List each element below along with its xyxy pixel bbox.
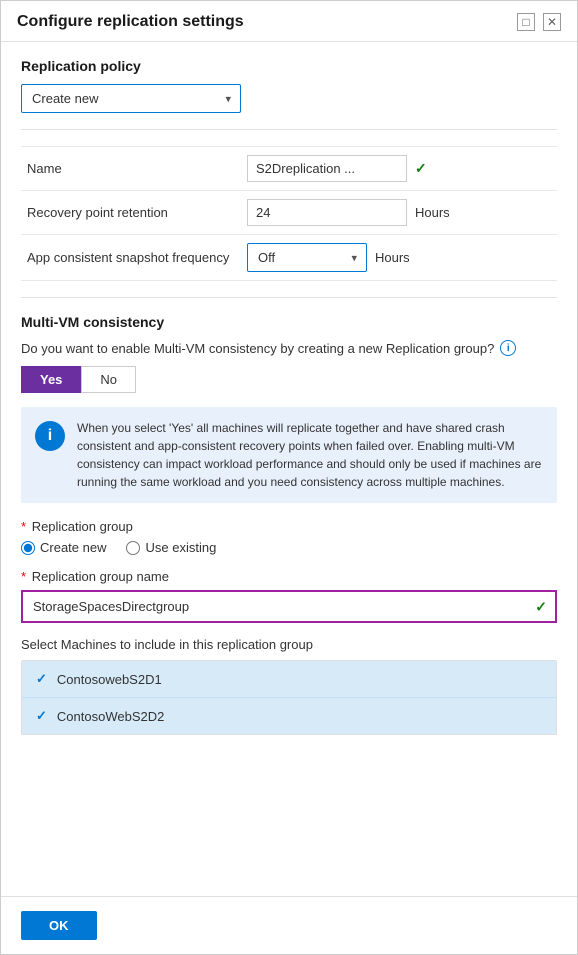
snapshot-control: Off 1 2 4 6 ▾ Hours — [247, 243, 551, 272]
required-asterisk-2: * — [21, 569, 26, 584]
multivmconsistency-title: Multi-VM consistency — [21, 314, 557, 330]
dialog-title: Configure replication settings — [17, 13, 244, 31]
yes-button[interactable]: Yes — [21, 366, 81, 393]
no-button[interactable]: No — [81, 366, 136, 393]
recovery-label: Recovery point retention — [21, 191, 241, 235]
group-name-input[interactable] — [21, 590, 557, 623]
minimize-button[interactable]: □ — [517, 13, 535, 31]
consistency-question-text: Do you want to enable Multi-VM consisten… — [21, 341, 494, 356]
info-icon[interactable]: i — [500, 340, 516, 356]
radio-use-existing[interactable] — [126, 541, 140, 555]
radio-create-new[interactable] — [21, 541, 35, 555]
dialog-footer: OK — [1, 896, 577, 954]
radio-create-new-label[interactable]: Create new — [21, 540, 106, 555]
machine-check-1: ✓ — [36, 671, 47, 687]
required-asterisk-1: * — [21, 519, 26, 534]
title-bar-controls: □ ✕ — [517, 13, 561, 31]
policy-dropdown-wrapper: Create new existing ▾ — [21, 84, 241, 113]
replication-policy-section: Replication policy Create new existing ▾ — [21, 58, 557, 113]
snapshot-units: Hours — [375, 250, 410, 265]
snapshot-row: App consistent snapshot frequency Off 1 … — [21, 235, 557, 281]
recovery-units: Hours — [415, 205, 450, 220]
snapshot-dropdown[interactable]: Off 1 2 4 6 — [247, 243, 367, 272]
group-name-input-wrapper: ✓ — [21, 590, 557, 623]
machine-name-2: ContosoWebS2D2 — [57, 709, 164, 724]
name-row: Name ✓ — [21, 147, 557, 191]
recovery-control: Hours — [247, 199, 551, 226]
group-name-check-icon: ✓ — [535, 598, 547, 615]
name-control: ✓ — [247, 155, 551, 182]
machine-item-2: ✓ ContosoWebS2D2 — [22, 698, 556, 734]
multivmconsistency-section: Multi-VM consistency Do you want to enab… — [21, 314, 557, 735]
replication-group-field-label: * Replication group — [21, 519, 557, 534]
info-box-icon: i — [35, 421, 65, 451]
policy-form: Name ✓ Recovery point retention Hours — [21, 146, 557, 281]
radio-create-new-text: Create new — [40, 540, 106, 555]
select-machines-label: Select Machines to include in this repli… — [21, 637, 557, 652]
divider-2 — [21, 297, 557, 298]
policy-dropdown[interactable]: Create new existing — [21, 84, 241, 113]
snapshot-dropdown-wrapper: Off 1 2 4 6 ▾ — [247, 243, 367, 272]
info-box: i When you select 'Yes' all machines wil… — [21, 407, 557, 503]
dialog-content: Replication policy Create new existing ▾… — [1, 42, 577, 896]
title-bar: Configure replication settings □ ✕ — [1, 1, 577, 42]
machine-item-1: ✓ ContosowebS2D1 — [22, 661, 556, 698]
ok-button[interactable]: OK — [21, 911, 97, 940]
replication-group-radio-group: Create new Use existing — [21, 540, 557, 555]
machines-list: ✓ ContosowebS2D1 ✓ ContosoWebS2D2 — [21, 660, 557, 735]
name-label: Name — [21, 147, 241, 191]
radio-use-existing-label[interactable]: Use existing — [126, 540, 216, 555]
replication-group-label: Replication group — [32, 519, 133, 534]
group-name-field-label: * Replication group name — [21, 569, 557, 584]
snapshot-label: App consistent snapshot frequency — [21, 235, 241, 281]
group-name-label: Replication group name — [32, 569, 169, 584]
consistency-question: Do you want to enable Multi-VM consisten… — [21, 340, 557, 356]
machine-name-1: ContosowebS2D1 — [57, 672, 162, 687]
radio-use-existing-text: Use existing — [145, 540, 216, 555]
name-check-icon: ✓ — [415, 160, 427, 177]
recovery-row: Recovery point retention Hours — [21, 191, 557, 235]
info-box-text: When you select 'Yes' all machines will … — [77, 419, 543, 491]
name-input[interactable] — [247, 155, 407, 182]
close-button[interactable]: ✕ — [543, 13, 561, 31]
yes-no-group: Yes No — [21, 366, 557, 393]
configure-replication-dialog: Configure replication settings □ ✕ Repli… — [0, 0, 578, 955]
machine-check-2: ✓ — [36, 708, 47, 724]
recovery-input[interactable] — [247, 199, 407, 226]
divider-1 — [21, 129, 557, 130]
replication-policy-title: Replication policy — [21, 58, 557, 74]
